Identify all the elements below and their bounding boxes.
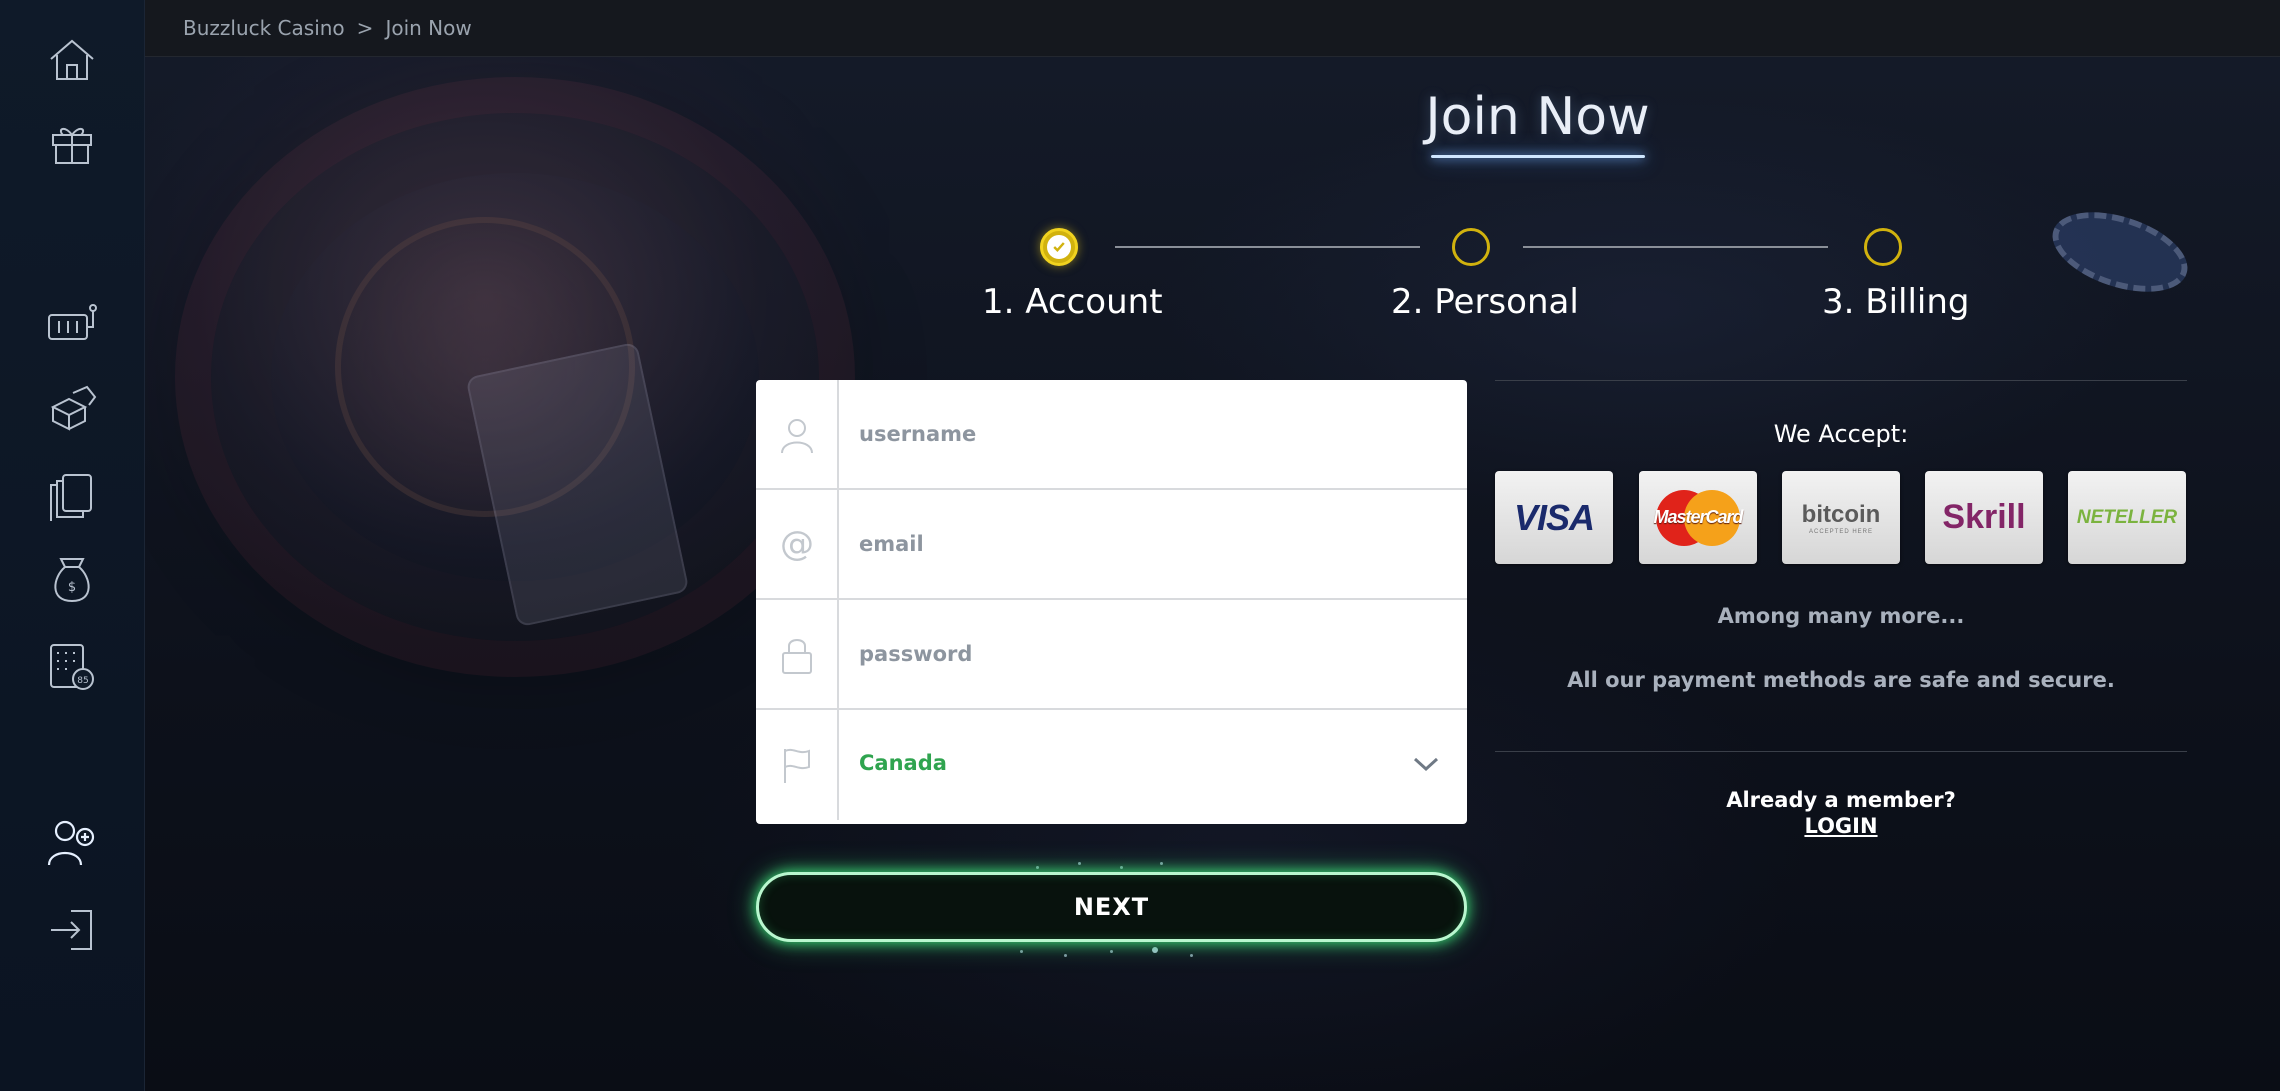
neteller-text: NETELLER	[2076, 506, 2178, 528]
skrill-logo: Skrill	[1925, 471, 2043, 564]
sparkle	[1120, 866, 1123, 869]
email-row: @	[756, 490, 1467, 600]
bitcoin-subtext: ACCEPTED HERE	[1808, 528, 1873, 535]
dice-icon[interactable]	[42, 380, 102, 440]
breadcrumb-current: Join Now	[385, 16, 472, 40]
svg-text:@: @	[780, 525, 814, 564]
svg-text:$: $	[68, 580, 76, 595]
sparkle	[1064, 954, 1067, 957]
username-input[interactable]	[859, 410, 1419, 458]
country-value: Canada	[859, 751, 947, 775]
flag-icon	[756, 710, 839, 820]
mastercard-logo: MasterCard	[1639, 471, 1757, 564]
login-link[interactable]: LOGIN	[1495, 814, 2187, 838]
step-3-label: 3. Billing	[1822, 282, 1970, 322]
already-member-text: Already a member?	[1726, 788, 1956, 812]
at-sign-icon: @	[756, 490, 839, 600]
sparkle	[1190, 954, 1193, 957]
password-row	[756, 600, 1467, 710]
lock-icon	[756, 600, 839, 710]
divider-top	[1495, 380, 2187, 381]
step-2-indicator	[1452, 228, 1490, 266]
gift-icon[interactable]	[42, 114, 102, 174]
step-2-label: 2. Personal	[1391, 282, 1579, 322]
sparkle	[1160, 862, 1163, 865]
bitcoin-text: bitcoin	[1801, 500, 1881, 528]
step-1-label: 1. Account	[982, 282, 1163, 322]
divider-bottom	[1495, 751, 2187, 752]
login-icon[interactable]	[42, 900, 102, 960]
skrill-text: Skrill	[1942, 498, 2026, 536]
sidebar: $ 85	[0, 0, 145, 1091]
bitcoin-logo: bitcoin ACCEPTED HERE	[1782, 471, 1900, 564]
cards-icon[interactable]	[42, 466, 102, 526]
money-bag-icon[interactable]: $	[42, 550, 102, 610]
visa-text: VISA	[1513, 496, 1595, 538]
sparkle	[1036, 866, 1039, 869]
country-select[interactable]: Canada	[756, 710, 1467, 820]
step-connector-2	[1523, 246, 1828, 248]
step-connector-1	[1115, 246, 1420, 248]
page-title: Join Now	[1425, 87, 1650, 147]
step-3-indicator	[1864, 228, 1902, 266]
svg-text:85: 85	[77, 676, 88, 686]
secure-note: All our payment methods are safe and sec…	[1567, 668, 2115, 692]
user-icon	[756, 380, 839, 490]
breadcrumb-separator: >	[356, 16, 374, 40]
title-block: Join Now	[1215, 87, 1860, 158]
next-button[interactable]: NEXT	[756, 872, 1467, 942]
title-underline	[1430, 155, 1645, 158]
among-many-text: Among many more...	[1717, 604, 1965, 628]
breadcrumb: Buzzluck Casino > Join Now	[145, 0, 2280, 57]
neteller-logo: NETELLER	[2068, 471, 2186, 564]
username-row	[756, 380, 1467, 490]
mastercard-text: MasterCard	[1653, 507, 1743, 527]
step-1-indicator	[1040, 228, 1078, 266]
sparkle	[1078, 862, 1081, 865]
signup-form: @ Canada	[756, 380, 1467, 824]
sparkle	[1110, 950, 1113, 953]
sparkle	[1152, 947, 1158, 953]
casino-chip-image	[2042, 197, 2198, 307]
we-accept-heading: We Accept:	[1773, 420, 1909, 448]
chevron-down-icon	[1413, 757, 1439, 772]
checkmark-icon	[1047, 235, 1071, 259]
keno-icon[interactable]: 85	[42, 636, 102, 696]
add-user-icon[interactable]	[42, 812, 102, 872]
breadcrumb-home-link[interactable]: Buzzluck Casino	[183, 16, 345, 40]
password-input[interactable]	[859, 630, 1419, 678]
email-input[interactable]	[859, 520, 1419, 568]
sparkle	[1020, 950, 1023, 953]
home-icon[interactable]	[42, 30, 102, 90]
visa-logo: VISA	[1495, 471, 1613, 564]
slot-machine-icon[interactable]	[42, 296, 102, 356]
